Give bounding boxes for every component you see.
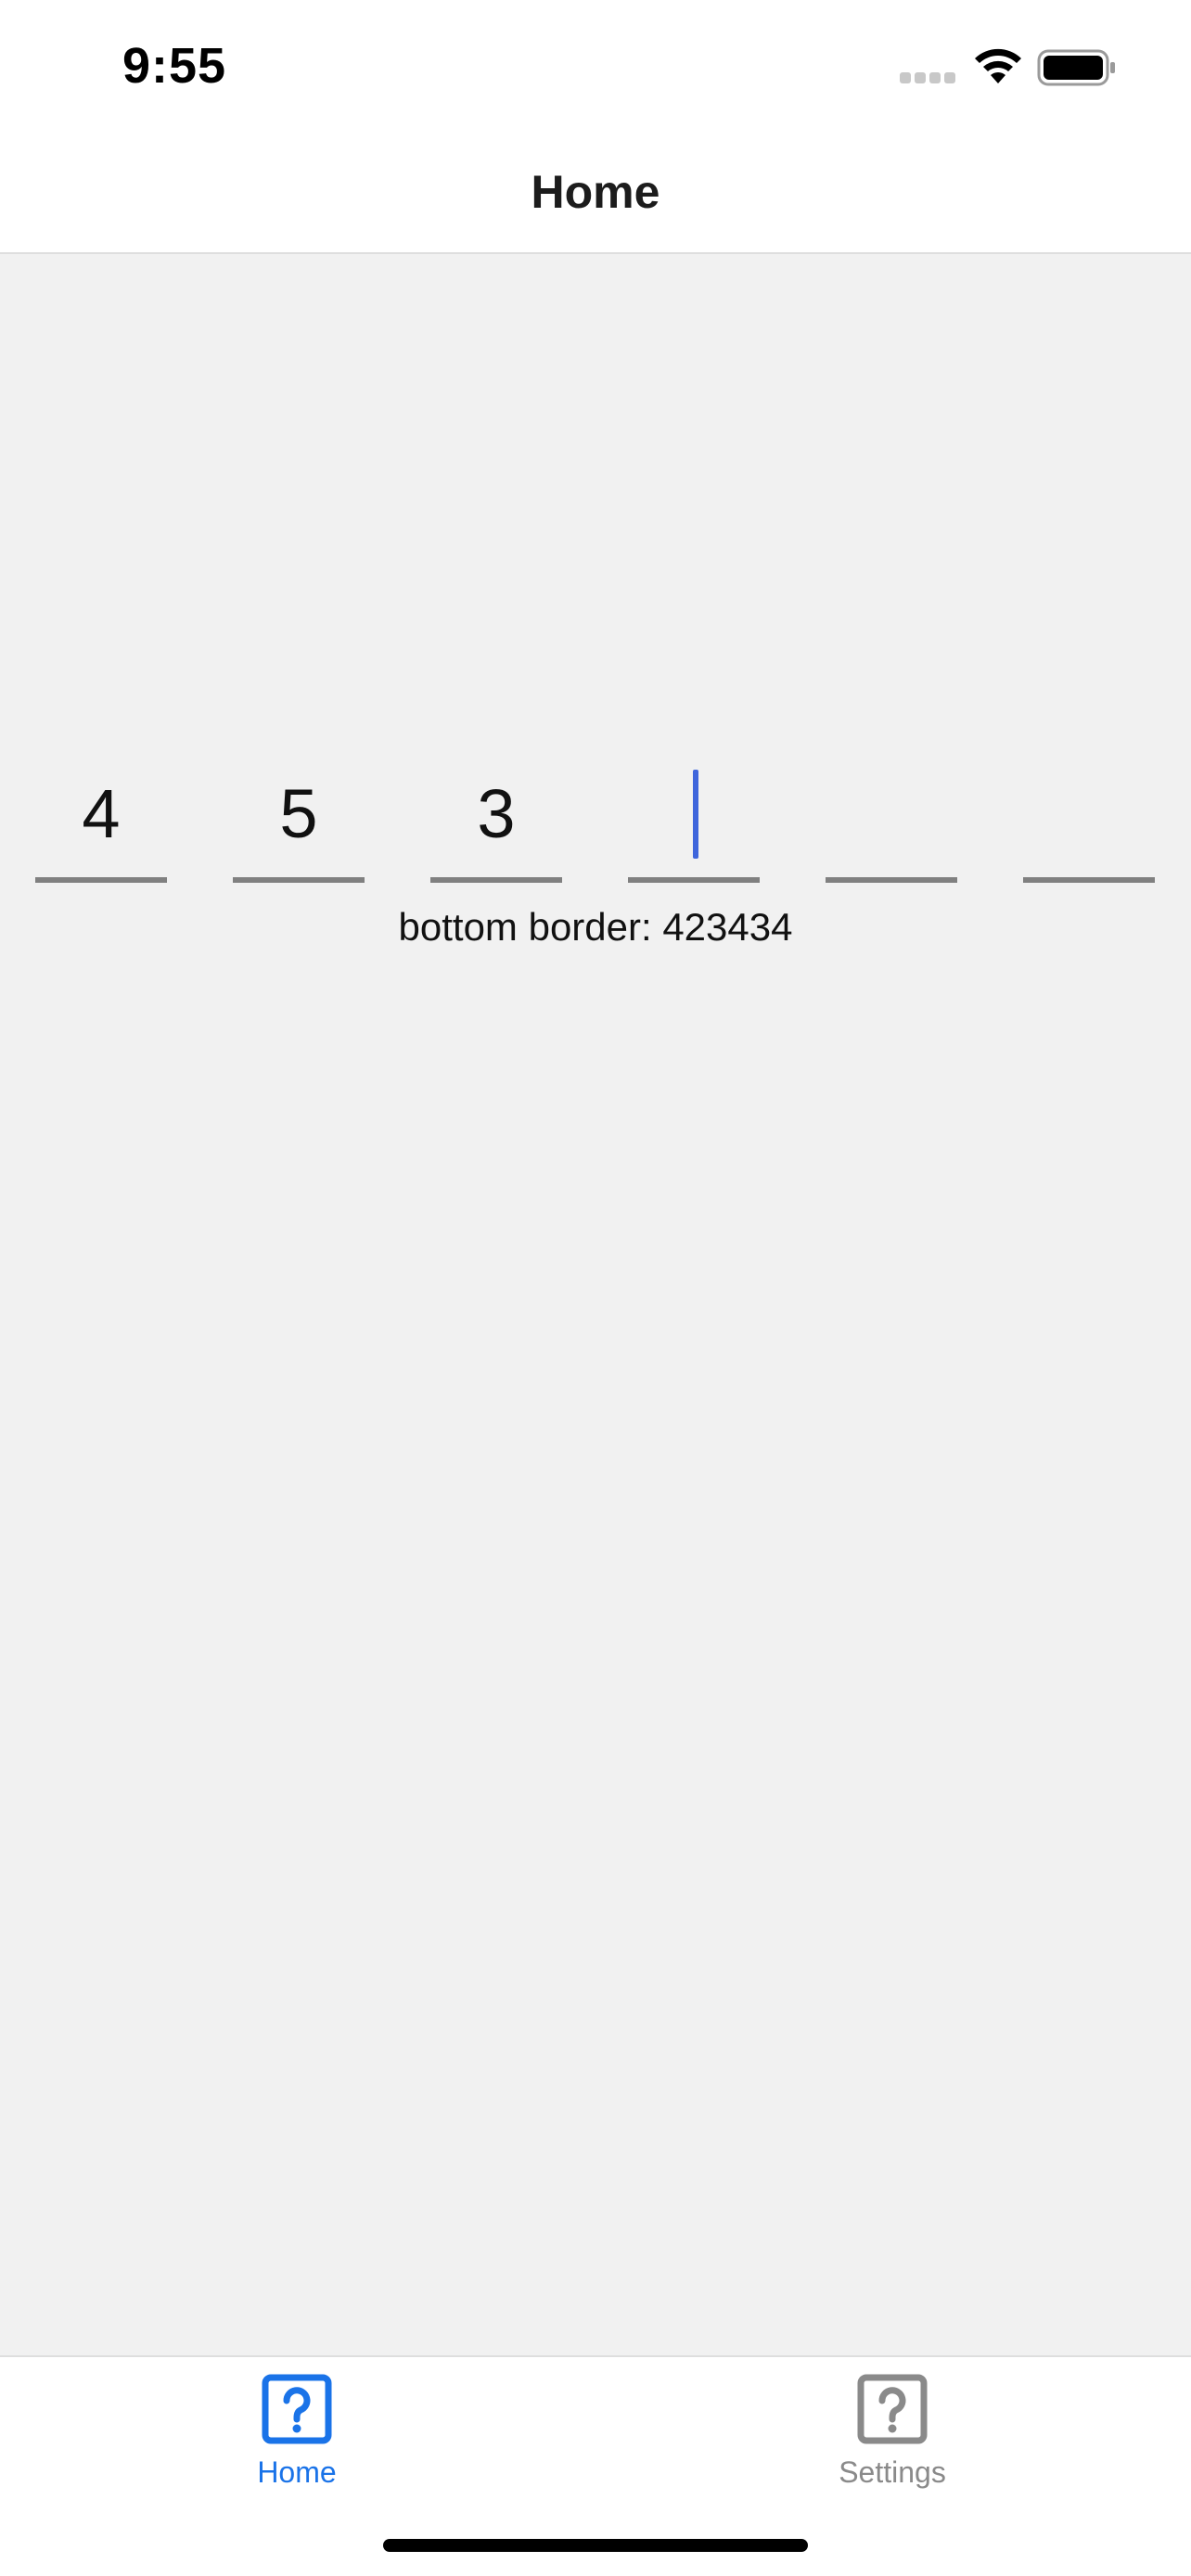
wifi-icon — [975, 48, 1021, 83]
status-bar: 9:55 — [0, 0, 1191, 130]
otp-digit-field-6[interactable] — [1023, 742, 1155, 883]
navigation-bar: Home — [0, 130, 1191, 254]
otp-digit-field-2[interactable]: 5 — [233, 742, 365, 883]
page-title: Home — [531, 166, 660, 218]
tab-settings[interactable]: Settings — [753, 2374, 1031, 2513]
question-square-icon — [262, 2374, 332, 2444]
otp-digit-value: 5 — [279, 775, 318, 852]
tab-label: Settings — [839, 2455, 946, 2489]
otp-digit-field-3[interactable]: 3 — [430, 742, 562, 883]
cellular-signal-icon — [900, 72, 957, 85]
otp-digit-value — [1023, 742, 1155, 777]
tab-label: Home — [257, 2455, 337, 2489]
question-square-icon — [857, 2374, 928, 2444]
home-indicator[interactable] — [383, 2539, 808, 2552]
text-caret — [693, 770, 698, 859]
battery-icon — [1037, 49, 1115, 86]
otp-input-group: 4 5 3 — [0, 742, 1191, 890]
otp-digit-field-1[interactable]: 4 — [35, 742, 167, 883]
otp-digit-value — [826, 742, 957, 777]
status-time: 9:55 — [122, 38, 227, 94]
border-caption: bottom border: 423434 — [398, 905, 793, 949]
otp-digit-value: 4 — [82, 775, 121, 852]
otp-digit-field-4[interactable] — [628, 742, 760, 883]
otp-digit-field-5[interactable] — [826, 742, 957, 883]
otp-digit-value: 3 — [477, 775, 516, 852]
tab-home[interactable]: Home — [158, 2374, 436, 2513]
app-screen: 9:55 Home 4 5 3 bottom border: 423434 Ho… — [0, 0, 1191, 2576]
